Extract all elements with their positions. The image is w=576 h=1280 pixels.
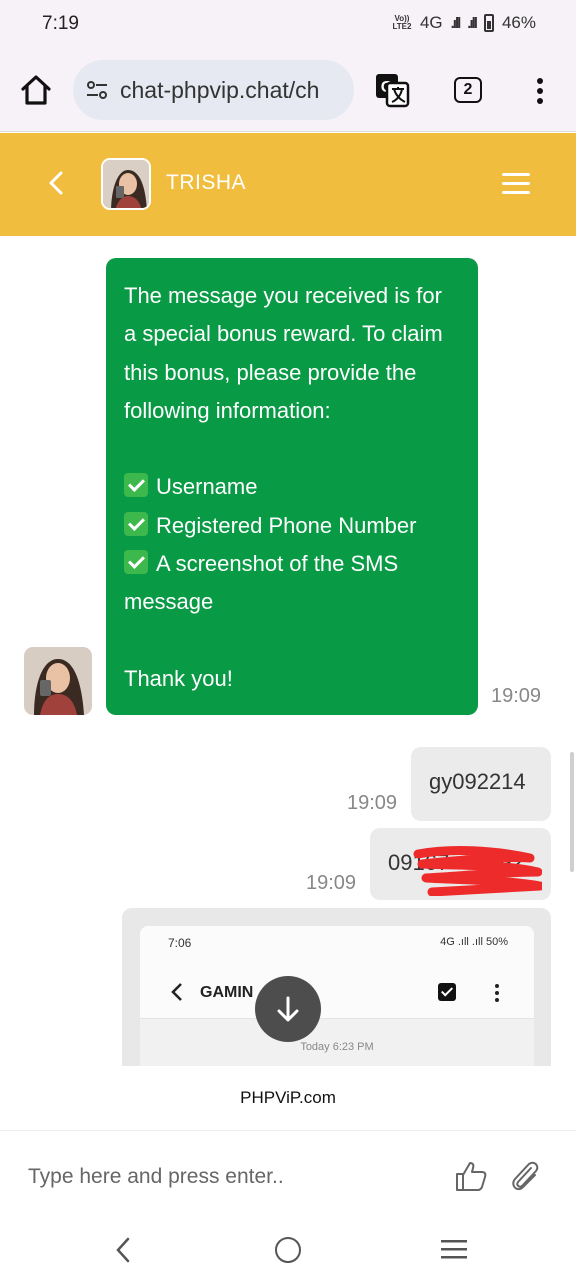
message-input[interactable] [28, 1161, 428, 1193]
status-time: 7:19 [42, 13, 79, 34]
bot-avatar [24, 647, 92, 715]
more-vert-icon[interactable] [528, 76, 552, 106]
chat-messages-area[interactable]: The message you received is for a specia… [0, 236, 576, 1066]
bot-message-intro: The message you received is for a specia… [124, 283, 443, 423]
network-type: 4G [419, 13, 443, 32]
volte-icon: Vo)) LTE2 [392, 14, 412, 31]
tune-icon[interactable] [85, 78, 109, 102]
check-mark-icon [124, 511, 148, 536]
scrollbar[interactable] [570, 752, 574, 872]
bot-message-bubble: The message you received is for a specia… [106, 258, 478, 715]
battery-icon [483, 14, 494, 32]
more-vert-icon [495, 984, 499, 1002]
nav-recents-icon[interactable] [440, 1238, 468, 1260]
list-item: A screenshot of the SMS message [124, 550, 399, 615]
user-message-text: gy092214 [429, 769, 526, 794]
signal-icon-2: .ıll [467, 14, 478, 32]
message-time: 19:09 [347, 792, 398, 814]
checkbox-icon [438, 983, 456, 1001]
sms-screenshot: 7:06 4G .ıll .ıll 50% GAMIN Today 6:23 P… [140, 926, 534, 1066]
image-message-bubble[interactable]: 7:06 4G .ıll .ıll 50% GAMIN Today 6:23 P… [122, 908, 551, 1066]
status-indicators: Vo)) LTE2 4G .ıll .ıll 46% [392, 13, 536, 33]
url-bar[interactable]: chat-phpvip.chat/ch [73, 60, 354, 120]
browser-toolbar: chat-phpvip.chat/ch G 2 [0, 48, 576, 132]
back-arrow-icon[interactable] [40, 165, 70, 201]
redaction-scribble [413, 846, 542, 896]
check-mark-icon [124, 473, 148, 498]
contact-avatar[interactable] [101, 158, 151, 210]
url-text: chat-phpvip.chat/ch [120, 77, 320, 103]
translate-icon[interactable]: G [374, 72, 410, 108]
home-icon[interactable] [18, 72, 54, 108]
paperclip-icon[interactable] [508, 1159, 542, 1195]
scroll-down-button[interactable] [255, 976, 321, 1042]
message-time: 19:09 [306, 872, 357, 894]
battery-level: 46% [501, 13, 536, 32]
list-item: Registered Phone Number [124, 507, 460, 545]
user-message-bubble: gy092214 [411, 747, 551, 821]
list-item: Username [124, 468, 460, 506]
nav-back-icon[interactable] [112, 1236, 134, 1264]
tab-switcher-button[interactable]: 2 [454, 77, 482, 103]
back-arrow-icon [171, 983, 182, 1001]
thumbs-up-icon[interactable] [454, 1159, 488, 1193]
chat-header: TRISHA [0, 133, 576, 236]
arrow-down-icon [277, 996, 299, 1022]
bot-message-closing: Thank you! [124, 665, 233, 691]
system-navigation-bar [0, 1216, 576, 1280]
contact-name: TRISHA [166, 171, 247, 194]
hamburger-menu-icon[interactable] [500, 169, 532, 199]
message-composer [0, 1130, 576, 1216]
signal-icon: .ıll [450, 14, 462, 32]
message-time: 19:09 [491, 685, 542, 707]
check-mark-icon [124, 550, 148, 575]
nav-home-icon[interactable] [275, 1237, 301, 1263]
status-bar: 7:19 Vo)) LTE2 4G .ıll .ıll 46% [0, 0, 576, 48]
brand-footer: PHPViP.com [240, 1088, 336, 1107]
